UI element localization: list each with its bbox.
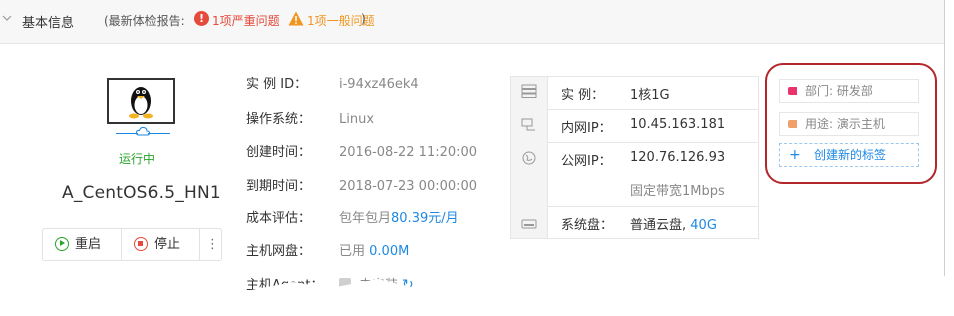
disk-value: 0.00M <box>369 244 410 259</box>
lan-icon <box>521 118 535 131</box>
spec-icon-column <box>511 77 548 238</box>
linux-penguin-icon <box>129 87 153 119</box>
created-value: 2016-08-22 11:20:00 <box>339 145 478 160</box>
cloud-icon <box>136 126 150 136</box>
connector-line <box>148 133 170 134</box>
basic-info-card: 基本信息 (最新体检报告: ! 1项严重问题 1项一般问题 ) 运行中 A_Ce… <box>0 0 945 293</box>
refresh-icon[interactable]: ↻ <box>402 277 414 291</box>
spec-row-public-ip: 公网IP： 120.76.126.93 固定带宽1Mbps <box>548 142 759 207</box>
server-icon <box>521 84 537 98</box>
cost-prefix: 包年包月 <box>339 211 392 226</box>
restart-button[interactable]: 重启 <box>55 229 101 260</box>
info-instance-id: 实 例 ID： i-94xz46ek4 <box>246 77 419 92</box>
stop-label: 停止 <box>154 237 181 252</box>
spec-row-system-disk: 系统盘： 普通云盘, 40G <box>561 218 717 233</box>
report-prefix: (最新体检报告: <box>104 14 185 28</box>
agent-value: 未安装 <box>359 278 399 293</box>
report-suffix: ) <box>361 12 366 26</box>
info-created: 创建时间： 2016-08-22 11:20:00 <box>246 145 478 160</box>
public-ip-value: 120.76.126.93 <box>630 150 726 165</box>
instance-spec-value: 1核1G <box>630 88 670 103</box>
spec-row-instance: 实 例： 1核1G <box>548 77 759 110</box>
cost-value-link[interactable]: 80.39元/月 <box>391 211 459 226</box>
info-os: 操作系统： Linux <box>246 112 375 127</box>
chevron-down-icon[interactable] <box>2 13 12 23</box>
host-action-group: 重启 停止 ⋮ <box>42 228 222 261</box>
info-expire: 到期时间： 2018-07-23 00:00:00 <box>246 179 478 194</box>
more-menu-icon[interactable]: ⋮ <box>206 229 219 260</box>
disk-icon <box>521 219 537 229</box>
host-name: A_CentOS6.5_HN1 <box>62 183 221 203</box>
instance-id-value: i-94xz46ek4 <box>339 77 419 92</box>
connector-line <box>116 133 138 134</box>
section-header[interactable]: 基本信息 (最新体检报告: ! 1项严重问题 1项一般问题 ) <box>0 0 944 44</box>
system-disk-size: 40G <box>690 218 717 233</box>
info-disk: 主机网盘： 已用 0.00M <box>246 244 410 259</box>
severe-alert-icon: ! <box>194 11 209 26</box>
section-title: 基本信息 <box>22 16 75 31</box>
spec-table: 实 例： 1核1G 内网IP： 10.45.163.181 公网IP： 120.… <box>510 76 759 239</box>
spec-row-private-ip: 内网IP： 10.45.163.181 <box>548 109 759 143</box>
expire-value: 2018-07-23 00:00:00 <box>339 179 478 194</box>
divider <box>199 229 200 260</box>
restart-label: 重启 <box>75 237 102 252</box>
os-value: Linux <box>339 112 375 127</box>
stop-button[interactable]: 停止 <box>134 229 180 260</box>
system-disk-type: 普通云盘, <box>630 218 687 233</box>
running-status: 运行中 <box>119 152 156 166</box>
info-cost: 成本评估： 包年包月80.39元/月 <box>246 211 459 226</box>
disk-prefix: 已用 <box>339 244 366 259</box>
private-ip-value: 10.45.163.181 <box>630 117 726 132</box>
info-agent: 主机Agent： 未安装 ↻ <box>246 277 414 293</box>
warning-icon <box>288 11 304 26</box>
agent-icon <box>339 278 351 290</box>
stop-icon <box>134 237 148 251</box>
play-icon <box>55 237 69 251</box>
divider <box>121 229 122 260</box>
globe-icon <box>522 151 536 165</box>
annotation-highlight <box>765 63 937 184</box>
severe-issue-link[interactable]: 1项严重问题 <box>212 12 280 29</box>
bandwidth-value: 固定带宽1Mbps <box>630 184 725 199</box>
